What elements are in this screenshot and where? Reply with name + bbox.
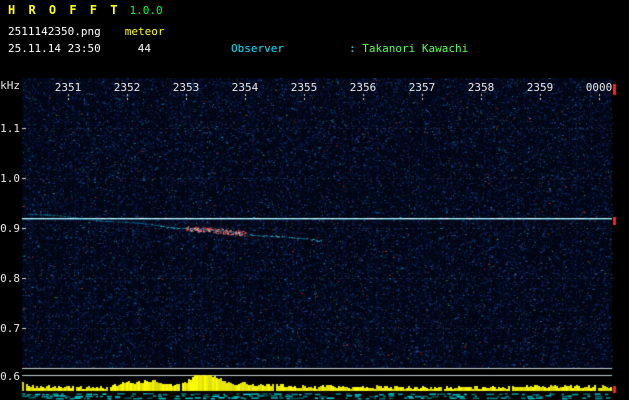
title-row: H R O F F T 1.0.0: [8, 3, 163, 17]
file-row: 2511142350.png meteor: [8, 25, 164, 38]
y-tick-0.8: 0.8: [0, 272, 20, 285]
y-tick-0.6: 0.6: [0, 370, 20, 383]
x-tick-2359: 2359: [526, 81, 554, 94]
minute-counter: 44: [137, 42, 151, 55]
app-title: H R O F F T: [8, 3, 121, 17]
mode-label: meteor: [124, 25, 165, 38]
x-tick-2358: 2358: [467, 81, 495, 94]
info-line-observer: Observer: Takanori Kawachi: [178, 29, 601, 68]
datetime-row: 25.11.14 23:50 44: [8, 42, 151, 55]
x-tick-2355: 2355: [290, 81, 318, 94]
x-tick-2357: 2357: [408, 81, 436, 94]
x-tick-0000: 0000: [585, 81, 613, 94]
x-tick-2356: 2356: [349, 81, 377, 94]
x-tick-2352: 2352: [113, 81, 141, 94]
observation-datetime: 25.11.14 23:50: [8, 42, 101, 55]
info-value: Takanori Kawachi: [362, 42, 469, 55]
app-version: 1.0.0: [129, 4, 163, 17]
y-axis-unit: kHz: [0, 79, 20, 92]
x-tick-2353: 2353: [172, 81, 200, 94]
y-tick-0.9: 0.9: [0, 222, 20, 235]
y-tick-1.0: 1.0: [0, 172, 20, 185]
spectrogram-canvas: [0, 78, 629, 400]
output-filename: 2511142350.png: [8, 25, 101, 38]
x-tick-2351: 2351: [54, 81, 82, 94]
x-tick-2354: 2354: [231, 81, 259, 94]
y-tick-0.7: 0.7: [0, 322, 20, 335]
info-label: Observer: [230, 42, 284, 55]
hrofft-screen: H R O F F T 1.0.0 2511142350.png meteor …: [0, 0, 629, 400]
info-separator: :: [348, 42, 363, 55]
y-tick-1.1: 1.1: [0, 122, 20, 135]
